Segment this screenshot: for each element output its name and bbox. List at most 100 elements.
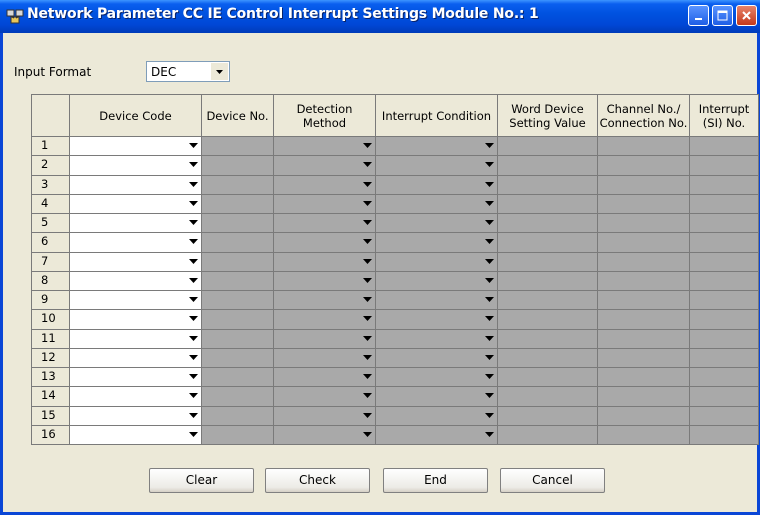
chevron-down-icon[interactable]: [485, 316, 494, 322]
column-header-word-device-setting-value[interactable]: Word Device Setting Value: [498, 95, 598, 137]
detection-method-select[interactable]: [274, 271, 376, 291]
device-no-cell[interactable]: [202, 156, 274, 176]
chevron-down-icon[interactable]: [485, 393, 494, 399]
interrupt-si-no-cell[interactable]: [690, 137, 759, 157]
device-no-cell[interactable]: [202, 214, 274, 234]
chevron-down-icon[interactable]: [485, 181, 494, 188]
detection-method-select[interactable]: [274, 156, 376, 176]
interrupt-si-no-cell[interactable]: [690, 329, 759, 349]
interrupt-condition-select[interactable]: [376, 406, 498, 426]
word-device-setting-value-cell[interactable]: [498, 406, 598, 426]
channel-connection-no-cell[interactable]: [598, 329, 690, 349]
chevron-down-icon[interactable]: [363, 200, 372, 207]
word-device-setting-value-cell[interactable]: [498, 348, 598, 368]
channel-connection-no-cell[interactable]: [598, 137, 690, 157]
column-header-detection-method[interactable]: Detection Method: [274, 95, 376, 137]
chevron-down-icon[interactable]: [363, 393, 372, 399]
interrupt-si-no-cell[interactable]: [690, 406, 759, 426]
chevron-down-icon[interactable]: [363, 335, 372, 342]
detection-method-select[interactable]: [274, 214, 376, 234]
interrupt-si-no-cell[interactable]: [690, 271, 759, 291]
interrupt-si-no-cell[interactable]: [690, 175, 759, 195]
detection-method-select[interactable]: [274, 348, 376, 368]
device-code-select[interactable]: [70, 368, 202, 388]
chevron-down-icon[interactable]: [363, 374, 372, 380]
word-device-setting-value-cell[interactable]: [498, 194, 598, 214]
device-no-cell[interactable]: [202, 348, 274, 368]
chevron-down-icon[interactable]: [189, 431, 198, 438]
chevron-down-icon[interactable]: [485, 162, 494, 168]
device-no-cell[interactable]: [202, 252, 274, 272]
detection-method-select[interactable]: [274, 387, 376, 407]
channel-connection-no-cell[interactable]: [598, 271, 690, 291]
interrupt-si-no-cell[interactable]: [690, 387, 759, 407]
word-device-setting-value-cell[interactable]: [498, 252, 598, 272]
detection-method-select[interactable]: [274, 425, 376, 445]
word-device-setting-value-cell[interactable]: [498, 291, 598, 311]
device-no-cell[interactable]: [202, 387, 274, 407]
chevron-down-icon[interactable]: [363, 412, 372, 419]
device-no-cell[interactable]: [202, 368, 274, 388]
interrupt-condition-select[interactable]: [376, 175, 498, 195]
chevron-down-icon[interactable]: [363, 181, 372, 188]
device-no-cell[interactable]: [202, 194, 274, 214]
device-code-select[interactable]: [70, 406, 202, 426]
word-device-setting-value-cell[interactable]: [498, 156, 598, 176]
channel-connection-no-cell[interactable]: [598, 310, 690, 330]
chevron-down-icon[interactable]: [189, 277, 198, 284]
interrupt-si-no-cell[interactable]: [690, 310, 759, 330]
chevron-down-icon[interactable]: [189, 335, 198, 342]
minimize-button[interactable]: [688, 5, 709, 26]
channel-connection-no-cell[interactable]: [598, 252, 690, 272]
device-code-select[interactable]: [70, 233, 202, 253]
device-code-select[interactable]: [70, 137, 202, 157]
chevron-down-icon[interactable]: [485, 297, 494, 303]
word-device-setting-value-cell[interactable]: [498, 175, 598, 195]
channel-connection-no-cell[interactable]: [598, 194, 690, 214]
interrupt-si-no-cell[interactable]: [690, 252, 759, 272]
clear-button[interactable]: Clear: [149, 468, 254, 493]
device-no-cell[interactable]: [202, 291, 274, 311]
interrupt-condition-select[interactable]: [376, 387, 498, 407]
device-code-select[interactable]: [70, 214, 202, 234]
device-no-cell[interactable]: [202, 271, 274, 291]
device-no-cell[interactable]: [202, 233, 274, 253]
chevron-down-icon[interactable]: [189, 412, 198, 419]
chevron-down-icon[interactable]: [485, 200, 494, 207]
chevron-down-icon[interactable]: [485, 412, 494, 419]
chevron-down-icon[interactable]: [189, 374, 198, 380]
chevron-down-icon[interactable]: [189, 393, 198, 399]
interrupt-si-no-cell[interactable]: [690, 194, 759, 214]
interrupt-si-no-cell[interactable]: [690, 291, 759, 311]
chevron-down-icon[interactable]: [363, 431, 372, 438]
device-no-cell[interactable]: [202, 425, 274, 445]
detection-method-select[interactable]: [274, 368, 376, 388]
chevron-down-icon[interactable]: [189, 162, 198, 168]
chevron-down-icon[interactable]: [485, 277, 494, 284]
channel-connection-no-cell[interactable]: [598, 291, 690, 311]
word-device-setting-value-cell[interactable]: [498, 214, 598, 234]
detection-method-select[interactable]: [274, 175, 376, 195]
column-header-interrupt-condition[interactable]: Interrupt Condition: [376, 95, 498, 137]
interrupt-condition-select[interactable]: [376, 310, 498, 330]
detection-method-select[interactable]: [274, 291, 376, 311]
device-no-cell[interactable]: [202, 137, 274, 157]
chevron-down-icon[interactable]: [363, 354, 372, 361]
chevron-down-icon[interactable]: [363, 220, 372, 226]
device-no-cell[interactable]: [202, 406, 274, 426]
chevron-down-icon[interactable]: [189, 297, 198, 303]
channel-connection-no-cell[interactable]: [598, 175, 690, 195]
word-device-setting-value-cell[interactable]: [498, 425, 598, 445]
chevron-down-icon[interactable]: [363, 143, 372, 149]
channel-connection-no-cell[interactable]: [598, 233, 690, 253]
device-code-select[interactable]: [70, 329, 202, 349]
device-code-select[interactable]: [70, 194, 202, 214]
word-device-setting-value-cell[interactable]: [498, 368, 598, 388]
channel-connection-no-cell[interactable]: [598, 425, 690, 445]
detection-method-select[interactable]: [274, 310, 376, 330]
chevron-down-icon[interactable]: [485, 431, 494, 438]
interrupt-si-no-cell[interactable]: [690, 233, 759, 253]
channel-connection-no-cell[interactable]: [598, 348, 690, 368]
chevron-down-icon[interactable]: [363, 316, 372, 322]
device-code-select[interactable]: [70, 348, 202, 368]
